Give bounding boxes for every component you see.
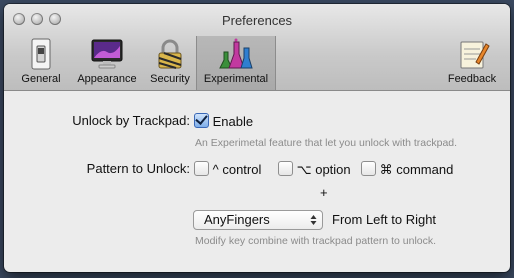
tab-experimental-label: Experimental	[203, 73, 269, 85]
modifier-control[interactable]: ^ control	[194, 161, 261, 177]
enable-label: Enable	[212, 114, 254, 129]
tab-appearance-label: Appearance	[77, 73, 137, 85]
tab-security-label: Security	[150, 73, 190, 85]
tab-experimental[interactable]: Experimental	[196, 36, 276, 90]
control-checkbox[interactable]	[194, 161, 209, 176]
tab-appearance[interactable]: Appearance	[70, 36, 144, 90]
command-checkbox[interactable]	[361, 161, 376, 176]
feedback-note-icon	[460, 41, 490, 69]
pattern-to-unlock-label: Pattern to Unlock:	[86, 161, 190, 176]
tab-feedback[interactable]: Feedback	[444, 36, 500, 90]
updown-arrows-icon	[310, 215, 317, 225]
experimental-pane: Unlock by Trackpad: Enable An Experimeta…	[4, 91, 510, 272]
tab-feedback-label: Feedback	[447, 73, 497, 85]
modifier-command[interactable]: ⌘ command	[361, 161, 453, 178]
option-label: ⌥ option	[296, 162, 351, 177]
window-title: Preferences	[221, 13, 293, 28]
gesture-popup[interactable]: AnyFingers	[193, 210, 323, 230]
control-label: ^ control	[212, 162, 262, 177]
gesture-value: AnyFingers	[204, 212, 270, 227]
command-label: ⌘ command	[379, 162, 454, 177]
enable-hint: An Experimetal feature that let you unlo…	[195, 137, 458, 149]
unlock-by-trackpad-label: Unlock by Trackpad:	[72, 113, 190, 128]
option-checkbox[interactable]	[278, 161, 293, 176]
preferences-window: Preferences General Appearance Security …	[4, 4, 510, 272]
switch-icon	[31, 38, 51, 70]
padlock-icon	[158, 39, 182, 69]
enable-checkbox-row[interactable]: Enable	[194, 113, 253, 129]
modifier-option[interactable]: ⌥ option	[278, 161, 351, 178]
tab-general-label: General	[21, 73, 61, 85]
direction-label: From Left to Right	[332, 212, 437, 227]
display-icon	[91, 39, 123, 69]
tab-security[interactable]: Security	[146, 36, 194, 90]
tab-general[interactable]: General	[16, 36, 66, 90]
plus-sign: +	[320, 185, 328, 200]
toolbar: Preferences General Appearance Security …	[4, 4, 510, 91]
flasks-icon	[219, 38, 253, 69]
enable-checkbox[interactable]	[194, 113, 209, 128]
gesture-hint: Modify key combine with trackpad pattern…	[195, 235, 437, 247]
